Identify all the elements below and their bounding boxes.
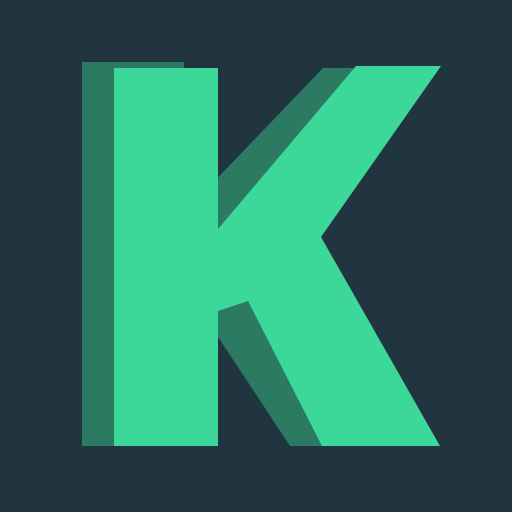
k-logo-icon — [0, 0, 512, 512]
app-icon-canvas — [0, 0, 512, 512]
